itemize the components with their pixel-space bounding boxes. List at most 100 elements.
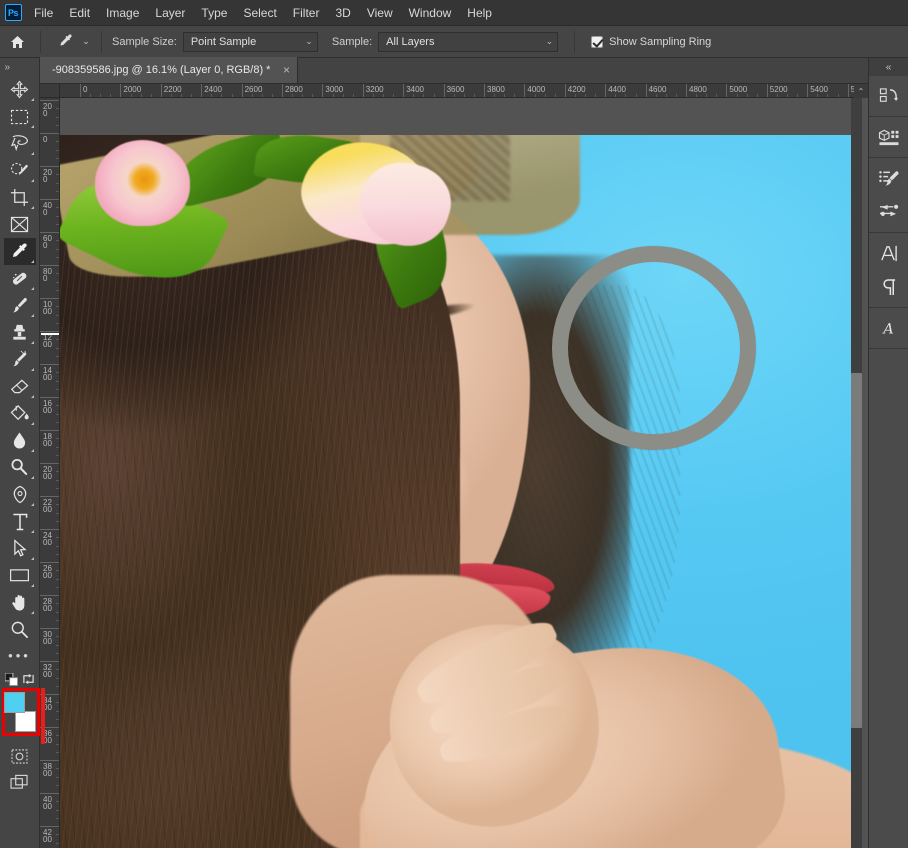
spot-healing-brush-tool[interactable] bbox=[4, 265, 36, 292]
menu-item-filter[interactable]: Filter bbox=[285, 2, 328, 24]
checkbox-icon[interactable] bbox=[591, 35, 604, 48]
move-tool[interactable] bbox=[4, 76, 36, 103]
ruler-label: 4200 bbox=[43, 828, 52, 844]
options-divider-1 bbox=[40, 30, 41, 53]
ruler-tick-major bbox=[40, 331, 59, 332]
gradient-tool[interactable] bbox=[4, 400, 36, 427]
screen-mode-button[interactable] bbox=[4, 769, 36, 795]
svg-text:A: A bbox=[881, 321, 893, 337]
dodge-tool[interactable] bbox=[4, 454, 36, 481]
history-brush-tool[interactable] bbox=[4, 346, 36, 373]
frame-tool[interactable] bbox=[4, 211, 36, 238]
menu-item-file[interactable]: File bbox=[26, 2, 61, 24]
character-panel-button[interactable] bbox=[872, 236, 906, 270]
options-divider-3 bbox=[574, 30, 576, 53]
edit-toolbar-button[interactable]: ••• bbox=[4, 643, 36, 667]
history-brush-icon bbox=[12, 350, 26, 367]
ruler-position-marker bbox=[41, 333, 59, 335]
tool-flyout-indicator bbox=[30, 395, 34, 398]
history-panel-button[interactable] bbox=[872, 79, 906, 113]
menu-item-type[interactable]: Type bbox=[193, 2, 235, 24]
sample-select[interactable]: All Layers ⌄ bbox=[378, 31, 559, 52]
brush-settings-icon bbox=[879, 204, 898, 217]
sample-size-select[interactable]: Point Sample ⌄ bbox=[182, 31, 318, 52]
tool-flyout-indicator bbox=[30, 179, 34, 182]
panel-group-3d bbox=[868, 117, 908, 158]
options-divider-2 bbox=[101, 30, 102, 53]
menu-item-select[interactable]: Select bbox=[235, 2, 284, 24]
tool-preset-picker[interactable]: ⌄ bbox=[51, 31, 95, 53]
ruler-tick-major bbox=[40, 298, 59, 299]
toolbar-collapse-button[interactable]: » bbox=[0, 58, 40, 76]
tool-flyout-indicator bbox=[30, 287, 34, 290]
brush-icon bbox=[13, 298, 27, 313]
menu-item-help[interactable]: Help bbox=[459, 2, 500, 24]
clone-stamp-tool[interactable] bbox=[4, 319, 36, 346]
vertical-scrollbar[interactable] bbox=[851, 98, 862, 848]
ruler-tick-major bbox=[40, 661, 59, 662]
blur-tool[interactable] bbox=[4, 427, 36, 454]
horizontal-ruler[interactable]: 0 2000 2200 2400 2600 2800 3000 3200 3400 3600 380… bbox=[60, 84, 868, 98]
ruler-tick-major bbox=[40, 595, 59, 596]
ruler-label: 3200 bbox=[43, 663, 52, 679]
swap-colors-icon[interactable] bbox=[22, 673, 35, 685]
character-styles-panel-button[interactable]: A bbox=[872, 311, 906, 345]
menu-item-image[interactable]: Image bbox=[98, 2, 147, 24]
panel-dock-filler bbox=[868, 349, 908, 848]
default-colors-icon[interactable] bbox=[4, 672, 18, 686]
eyedropper-tool[interactable] bbox=[3, 238, 36, 265]
ruler-corner bbox=[40, 84, 60, 98]
vertical-ruler[interactable]: 200 0 200 400 600 800 1000 1200 1400 1600 1800 2000… bbox=[40, 98, 60, 848]
color-swatches bbox=[1, 688, 40, 736]
panel-group-history bbox=[868, 76, 908, 117]
menu-item-layer[interactable]: Layer bbox=[147, 2, 193, 24]
ruler-red-marker bbox=[41, 688, 45, 744]
3d-panel-button[interactable] bbox=[872, 120, 906, 154]
menu-item-edit[interactable]: Edit bbox=[61, 2, 98, 24]
cube-3d-icon bbox=[878, 129, 899, 145]
menu-item-3d[interactable]: 3D bbox=[327, 2, 358, 24]
brush-settings-panel-button[interactable] bbox=[872, 195, 906, 229]
brushes-panel-button[interactable] bbox=[872, 161, 906, 195]
brush-tool[interactable] bbox=[4, 292, 36, 319]
rectangular-marquee-tool[interactable] bbox=[4, 103, 36, 130]
close-icon[interactable]: × bbox=[279, 63, 293, 77]
hand-tool[interactable] bbox=[4, 589, 36, 616]
lasso-tool[interactable] bbox=[4, 130, 36, 157]
photoshop-window: Ps File Edit Image Layer Type Select Fil… bbox=[0, 0, 908, 848]
type-tool[interactable] bbox=[4, 508, 36, 535]
ruler-tick-major bbox=[40, 265, 59, 266]
hand-icon bbox=[12, 594, 25, 611]
path-selection-tool[interactable] bbox=[4, 535, 36, 562]
panel-collapse-button[interactable]: « bbox=[868, 58, 908, 76]
ruler-label: 800 bbox=[43, 267, 52, 283]
foreground-color-swatch[interactable] bbox=[3, 692, 25, 713]
home-button[interactable] bbox=[0, 27, 34, 57]
canvas-image[interactable] bbox=[60, 135, 858, 848]
show-sampling-ring-checkbox[interactable]: Show Sampling Ring bbox=[591, 35, 711, 48]
ruler-collapse-button[interactable]: ⌃ bbox=[854, 84, 868, 98]
menu-item-view[interactable]: View bbox=[359, 2, 401, 24]
document-area: -908359586.jpg @ 16.1% (Layer 0, RGB/8) … bbox=[40, 57, 868, 848]
ruler-tick-major bbox=[40, 496, 59, 497]
ruler-label: 1800 bbox=[43, 432, 52, 448]
quick-mask-button[interactable] bbox=[4, 743, 36, 769]
pen-tool[interactable] bbox=[4, 481, 36, 508]
eraser-tool[interactable] bbox=[4, 373, 36, 400]
paragraph-panel-button[interactable] bbox=[872, 270, 906, 304]
ruler-tick-major bbox=[40, 166, 59, 167]
paint-bucket-icon bbox=[10, 405, 29, 421]
rectangle-tool[interactable] bbox=[4, 562, 36, 589]
menu-item-window[interactable]: Window bbox=[401, 2, 460, 24]
panel-group-type bbox=[868, 233, 908, 308]
tool-preset-caret-icon[interactable]: ⌄ bbox=[79, 31, 93, 53]
tool-flyout-indicator bbox=[30, 584, 34, 587]
background-color-swatch[interactable] bbox=[14, 711, 36, 732]
vertical-scrollbar-thumb[interactable] bbox=[851, 373, 862, 728]
document-tab[interactable]: -908359586.jpg @ 16.1% (Layer 0, RGB/8) … bbox=[40, 57, 299, 83]
canvas-viewport[interactable] bbox=[60, 98, 868, 848]
object-selection-tool[interactable] bbox=[4, 157, 36, 184]
crop-tool[interactable] bbox=[4, 184, 36, 211]
panel-group-brushes bbox=[868, 158, 908, 233]
zoom-tool[interactable] bbox=[4, 616, 36, 643]
